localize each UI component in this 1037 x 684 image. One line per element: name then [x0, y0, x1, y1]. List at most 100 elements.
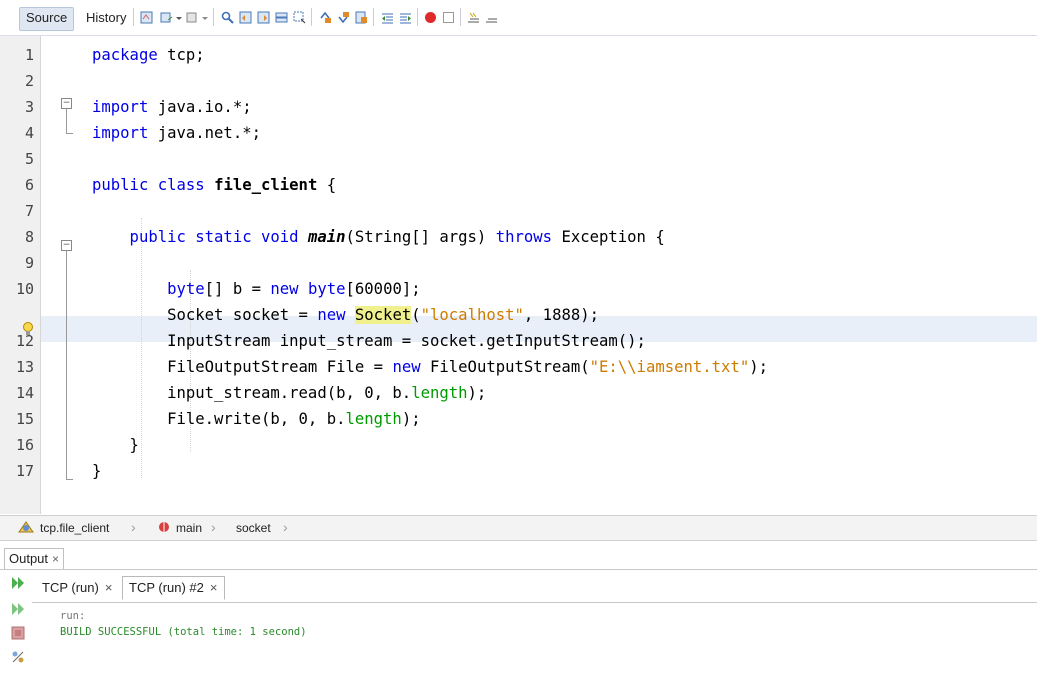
toolbar-divider: [213, 8, 214, 26]
code-token: );: [749, 358, 768, 376]
code-line[interactable]: package tcp;: [92, 42, 205, 68]
line-number[interactable]: 15: [4, 406, 34, 432]
code-token: new: [392, 358, 430, 376]
uncomment-icon[interactable]: [485, 11, 498, 24]
run-tab-label: TCP (run) #2: [129, 580, 204, 595]
code-token: FileOutputStream(: [430, 358, 590, 376]
close-icon[interactable]: ×: [52, 552, 59, 566]
stop-macro-icon[interactable]: [442, 11, 455, 24]
start-macro-icon[interactable]: [424, 11, 437, 24]
line-number[interactable]: 17: [4, 458, 34, 484]
output-toolbar: [0, 570, 32, 684]
line-number[interactable]: 1: [4, 42, 34, 68]
code-line[interactable]: import java.net.*;: [92, 120, 261, 146]
toolbar-divider: [417, 8, 418, 26]
code-token: InputStream input_stream = socket.getInp…: [92, 332, 646, 350]
line-number[interactable]: 5: [4, 146, 34, 172]
line-number[interactable]: 2: [4, 68, 34, 94]
tab-output[interactable]: Output ×: [4, 548, 65, 569]
last-edit-icon[interactable]: [140, 11, 153, 24]
next-bookmark-icon[interactable]: [337, 11, 350, 24]
close-icon[interactable]: ×: [210, 580, 218, 595]
code-line[interactable]: }: [92, 458, 101, 484]
code-token: tcp;: [167, 46, 205, 64]
lightbulb-hint-icon[interactable]: [22, 321, 34, 337]
code-token: {: [317, 176, 337, 194]
editor-toolbar: Source History: [0, 0, 1037, 36]
breadcrumb-item-class[interactable]: tcp.file_client: [40, 520, 109, 536]
toggle-highlight-icon[interactable]: [275, 11, 288, 24]
line-number[interactable]: 8: [4, 224, 34, 250]
back-icon[interactable]: [160, 11, 173, 24]
toolbar-divider: [460, 8, 461, 26]
chevron-down-icon[interactable]: [175, 11, 183, 24]
find-previous-icon[interactable]: [239, 11, 252, 24]
find-next-icon[interactable]: [257, 11, 270, 24]
code-token: , 1888);: [523, 306, 600, 324]
stop-icon[interactable]: [11, 626, 25, 640]
run-tab-strip: TCP (run) × TCP (run) #2 ×: [32, 570, 1037, 603]
code-token: [] b =: [204, 280, 271, 298]
line-number[interactable]: 9: [4, 250, 34, 276]
tab-source[interactable]: Source: [19, 7, 75, 31]
line-number[interactable]: 4: [4, 120, 34, 146]
chevron-right-icon: ›: [131, 519, 136, 535]
line-number[interactable]: 13: [4, 354, 34, 380]
code-line[interactable]: InputStream input_stream = socket.getInp…: [92, 328, 646, 354]
code-line[interactable]: Socket socket = new Socket("localhost", …: [92, 302, 599, 328]
chevron-down-icon[interactable]: [201, 11, 209, 24]
code-token: }: [92, 436, 139, 454]
code-token: new: [317, 306, 355, 324]
comment-icon[interactable]: [467, 11, 480, 24]
fold-toggle-icon[interactable]: −: [61, 240, 72, 251]
close-icon[interactable]: ×: [105, 580, 113, 595]
code-line[interactable]: import java.io.*;: [92, 94, 252, 120]
line-number[interactable]: 7: [4, 198, 34, 224]
fold-guide-end: [66, 133, 73, 134]
line-number-gutter[interactable]: 1 2 3 4 5 6 7 8 9 10 12 13 14 15 16 17: [0, 36, 41, 514]
rerun-icon[interactable]: [11, 576, 25, 590]
code-token: Exception {: [552, 228, 665, 246]
code-token: length: [411, 384, 468, 402]
forward-icon[interactable]: [186, 11, 199, 24]
code-line[interactable]: public static void main(String[] args) t…: [92, 224, 665, 250]
line-number[interactable]: 6: [4, 172, 34, 198]
code-line[interactable]: }: [92, 432, 139, 458]
code-token: [60000];: [345, 280, 421, 298]
breadcrumb-item-variable[interactable]: socket: [236, 520, 271, 536]
tab-history[interactable]: History: [80, 7, 132, 29]
line-number[interactable]: 10: [4, 276, 34, 302]
code-line[interactable]: public class file_client {: [92, 172, 336, 198]
line-number[interactable]: 3: [4, 94, 34, 120]
code-token: main: [307, 228, 346, 246]
fold-guide: [66, 251, 67, 479]
code-token: (: [411, 306, 421, 324]
previous-bookmark-icon[interactable]: [319, 11, 332, 24]
shift-left-icon[interactable]: [381, 11, 394, 24]
toggle-bookmark-icon[interactable]: [355, 11, 368, 24]
code-editor[interactable]: 1 2 3 4 5 6 7 8 9 10 12 13 14 15 16 17 − − package tcp;…: [0, 36, 1037, 514]
toggle-rectangular-icon[interactable]: [293, 11, 306, 24]
breadcrumb-item-method[interactable]: main: [176, 520, 202, 536]
code-token: File.write(b, 0, b.: [92, 410, 346, 428]
code-line[interactable]: input_stream.read(b, 0, b.length);: [92, 380, 486, 406]
code-token: byte: [307, 280, 346, 298]
code-line[interactable]: byte[] b = new byte[60000];: [92, 276, 421, 302]
code-line[interactable]: FileOutputStream File = new FileOutputSt…: [92, 354, 768, 380]
code-token: public static void: [92, 228, 308, 246]
toolbar-divider: [133, 8, 134, 26]
console-output[interactable]: run: BUILD SUCCESSFUL (total time: 1 sec…: [32, 603, 1037, 684]
toolbar-divider: [373, 8, 374, 26]
tab-tcp-run[interactable]: TCP (run) ×: [36, 577, 118, 599]
code-token: length: [345, 410, 402, 428]
run-tab-label: TCP (run): [42, 580, 99, 595]
rerun-with-options-icon[interactable]: [11, 602, 25, 616]
find-icon[interactable]: [221, 11, 234, 24]
code-line[interactable]: File.write(b, 0, b.length);: [92, 406, 421, 432]
settings-icon[interactable]: [11, 650, 25, 664]
fold-toggle-icon[interactable]: −: [61, 98, 72, 109]
line-number[interactable]: 16: [4, 432, 34, 458]
shift-right-icon[interactable]: [399, 11, 412, 24]
tab-tcp-run-2[interactable]: TCP (run) #2 ×: [122, 576, 225, 600]
line-number[interactable]: 14: [4, 380, 34, 406]
